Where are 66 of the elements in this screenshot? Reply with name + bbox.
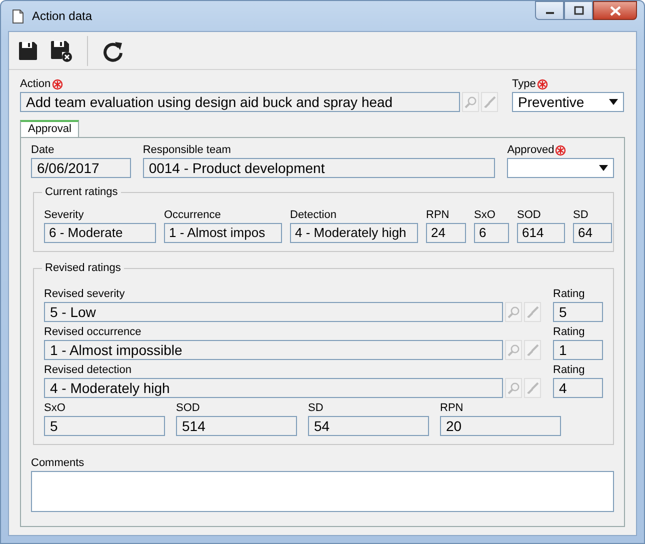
window-title: Action data [32, 8, 92, 25]
field-label: SxO [44, 402, 66, 415]
rating-field[interactable]: 6 - Moderate [44, 223, 156, 243]
field-label: Rating [553, 288, 586, 301]
field-label: Revised severity [44, 288, 126, 301]
rating-field[interactable]: 1 [553, 340, 603, 360]
brush-icon[interactable] [524, 340, 541, 360]
field-label: SOD [176, 402, 201, 415]
search-icon[interactable] [505, 302, 522, 322]
field-label: SD [573, 209, 590, 222]
field-label: SOD [517, 209, 542, 222]
maximize-icon [574, 6, 584, 15]
field-label: Rating [553, 364, 586, 377]
date-field[interactable]: 6/06/2017 [31, 158, 131, 178]
minimize-button[interactable] [535, 1, 564, 20]
section-title: Current ratings [42, 186, 121, 199]
action-field[interactable]: Add team evaluation using design aid buck and spray head [20, 92, 460, 112]
close-button[interactable] [593, 1, 637, 20]
total-field[interactable]: 514 [176, 416, 297, 436]
caret-icon [609, 99, 618, 105]
tab[interactable]: Approval [20, 120, 80, 137]
field-label: Revised detection [44, 364, 132, 377]
field-label: Occurrence [164, 209, 222, 222]
field-label: Detection [290, 209, 338, 222]
type-dropdown[interactable]: Preventive [512, 92, 624, 112]
rating-field[interactable]: 4 [553, 378, 603, 398]
rating-field[interactable]: 1 - Almost impossible [44, 340, 503, 360]
search-icon[interactable] [505, 378, 522, 398]
field-label: RPN [426, 209, 450, 222]
comments-field[interactable] [31, 471, 614, 512]
responsible-team-field[interactable]: 0014 - Product development [142, 158, 496, 178]
close-icon [610, 6, 620, 16]
field-label: RPN [440, 402, 464, 415]
rating-field[interactable]: 5 [553, 302, 603, 322]
search-icon[interactable] [505, 340, 522, 360]
field-label: Approved [507, 144, 554, 157]
field-label: Type [512, 78, 536, 91]
rating-field[interactable]: 614 [517, 223, 565, 243]
document-icon [12, 8, 24, 24]
field-label: Responsible team [142, 144, 231, 157]
total-field[interactable]: 20 [440, 416, 561, 436]
field-label: SD [308, 402, 324, 415]
rating-field[interactable]: 64 [573, 223, 612, 243]
field-label: Severity [44, 209, 85, 222]
brush-icon[interactable] [524, 302, 541, 322]
field-label: Revised occurrence [44, 326, 142, 339]
rating-field[interactable]: 6 [474, 223, 509, 243]
field-label: Rating [553, 326, 586, 339]
rating-field[interactable]: 5 - Low [44, 302, 503, 322]
maximize-button[interactable] [564, 1, 593, 20]
brush-icon[interactable] [524, 378, 541, 398]
caret-icon [599, 165, 608, 171]
field-label: Comments [31, 457, 86, 470]
total-field[interactable]: 54 [308, 416, 429, 436]
brush-icon[interactable] [481, 92, 498, 112]
total-field[interactable]: 5 [44, 416, 165, 436]
rating-field[interactable]: 4 - Moderately high [290, 223, 418, 243]
approved-dropdown[interactable] [507, 158, 614, 178]
search-icon[interactable] [462, 92, 479, 112]
field-label: Action [20, 78, 51, 91]
rating-field[interactable]: 24 [426, 223, 466, 243]
rating-field[interactable]: 4 - Moderately high [44, 378, 503, 398]
section-title: Revised ratings [42, 262, 124, 275]
field-label: SxO [474, 209, 496, 222]
field-label: Date [31, 144, 54, 157]
rating-field[interactable]: 1 - Almost impos [164, 223, 282, 243]
